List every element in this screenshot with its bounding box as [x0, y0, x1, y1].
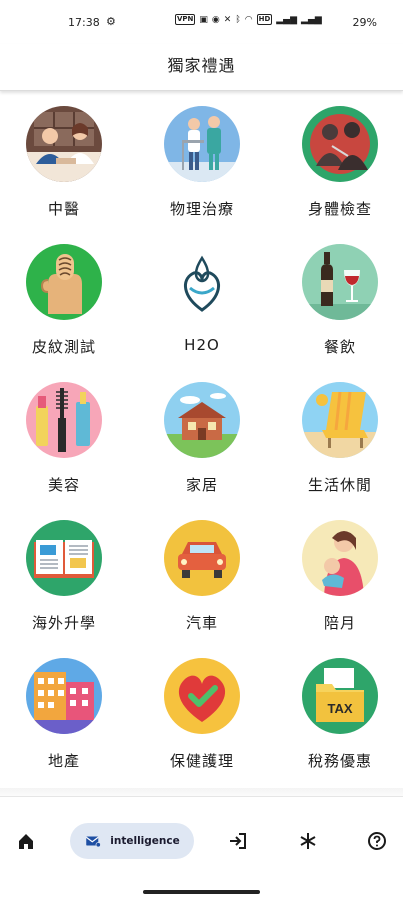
sync-icon: ◉: [211, 14, 220, 25]
car-icon: [164, 520, 240, 596]
building-icon: [26, 658, 102, 734]
fingerprint-icon: [26, 244, 102, 320]
intelligence-icon: [86, 836, 102, 848]
category-fingerprint-test[interactable]: 皮紋測試: [4, 234, 124, 364]
intelligence-tab[interactable]: intelligence: [70, 823, 194, 859]
category-healthcare[interactable]: 保健護理: [142, 648, 262, 778]
physiotherapy-icon: [164, 106, 240, 182]
tile-label: H2O: [184, 336, 220, 354]
category-leisure[interactable]: 生活休閒: [280, 372, 400, 502]
tile-label: 家居: [185, 476, 218, 494]
health-check-icon: [302, 106, 378, 182]
category-dining[interactable]: 餐飲: [280, 234, 400, 364]
water-heart-logo-icon: [164, 244, 240, 320]
notification-icon: ▣: [199, 14, 208, 25]
wine-icon: [302, 244, 378, 320]
tile-label: 中醫: [47, 200, 80, 218]
heart-check-icon: [164, 658, 240, 734]
tax-folder-icon: TAX: [302, 658, 378, 734]
gesture-bar: [143, 890, 260, 894]
app-header: 獨家禮遇: [0, 44, 403, 91]
tile-label: 物理治療: [169, 200, 234, 218]
settings-status-icon: ⚙: [106, 15, 116, 28]
help-icon[interactable]: [365, 829, 389, 853]
login-icon[interactable]: [226, 829, 250, 853]
tile-label: 汽車: [185, 614, 218, 632]
tile-label: 生活休閒: [307, 476, 372, 494]
tile-label: 餐飲: [323, 338, 356, 356]
status-icons: VPN ▣ ◉ ✕ ᛒ ◠ HD ▂▄▆ ▂▄▆: [175, 14, 322, 25]
signal-icon: ▂▄▆: [276, 14, 298, 25]
makeup-icon: [26, 382, 102, 458]
bluetooth-icon: ᛒ: [235, 14, 241, 25]
category-confinement-care[interactable]: 陪月: [280, 510, 400, 640]
tile-label: 稅務優惠: [307, 752, 372, 770]
tile-label: 美容: [47, 476, 80, 494]
beach-chair-icon: [302, 382, 378, 458]
category-health-check[interactable]: 身體檢查: [280, 96, 400, 226]
home-icon[interactable]: [14, 829, 38, 853]
tile-label: 海外升學: [31, 614, 96, 632]
tile-label: 陪月: [323, 614, 356, 632]
tax-text: TAX: [327, 701, 352, 716]
tile-label: 皮紋測試: [31, 338, 96, 356]
category-physiotherapy[interactable]: 物理治療: [142, 96, 262, 226]
snowflake-icon[interactable]: [296, 829, 320, 853]
tile-label: 身體檢查: [307, 200, 372, 218]
doctor-consult-icon: [26, 106, 102, 182]
intelligence-label: intelligence: [110, 835, 180, 847]
category-real-estate[interactable]: 地產: [4, 648, 124, 778]
category-grid: 中醫 物理治療 身體檢查 皮紋測試 H2O 餐飲 美容 家居 生活休閒 海外升學…: [0, 96, 403, 786]
category-tax-benefits[interactable]: TAX 稅務優惠: [280, 648, 400, 778]
signal-2-icon: ▂▄▆: [301, 14, 322, 25]
vpn-icon: VPN: [175, 14, 196, 25]
mute-icon: ✕: [223, 14, 232, 25]
category-h2o[interactable]: H2O: [142, 234, 262, 364]
hd-icon: HD: [256, 14, 273, 25]
house-icon: [164, 382, 240, 458]
bottom-nav: intelligence: [0, 796, 403, 883]
open-book-icon: [26, 520, 102, 596]
page-title: 獨家禮遇: [167, 56, 236, 75]
tile-label: 保健護理: [169, 752, 234, 770]
status-bar: 17:38 ⚙ VPN ▣ ◉ ✕ ᛒ ◠ HD ▂▄▆ ▂▄▆ 29%: [0, 0, 403, 44]
category-automobile[interactable]: 汽車: [142, 510, 262, 640]
battery-level: 29%: [352, 16, 377, 29]
wifi-icon: ◠: [244, 14, 253, 25]
category-beauty[interactable]: 美容: [4, 372, 124, 502]
status-time: 17:38: [68, 16, 100, 29]
category-chinese-medicine[interactable]: 中醫: [4, 96, 124, 226]
category-home[interactable]: 家居: [142, 372, 262, 502]
mother-baby-icon: [302, 520, 378, 596]
tile-label: 地產: [47, 752, 80, 770]
category-overseas-study[interactable]: 海外升學: [4, 510, 124, 640]
